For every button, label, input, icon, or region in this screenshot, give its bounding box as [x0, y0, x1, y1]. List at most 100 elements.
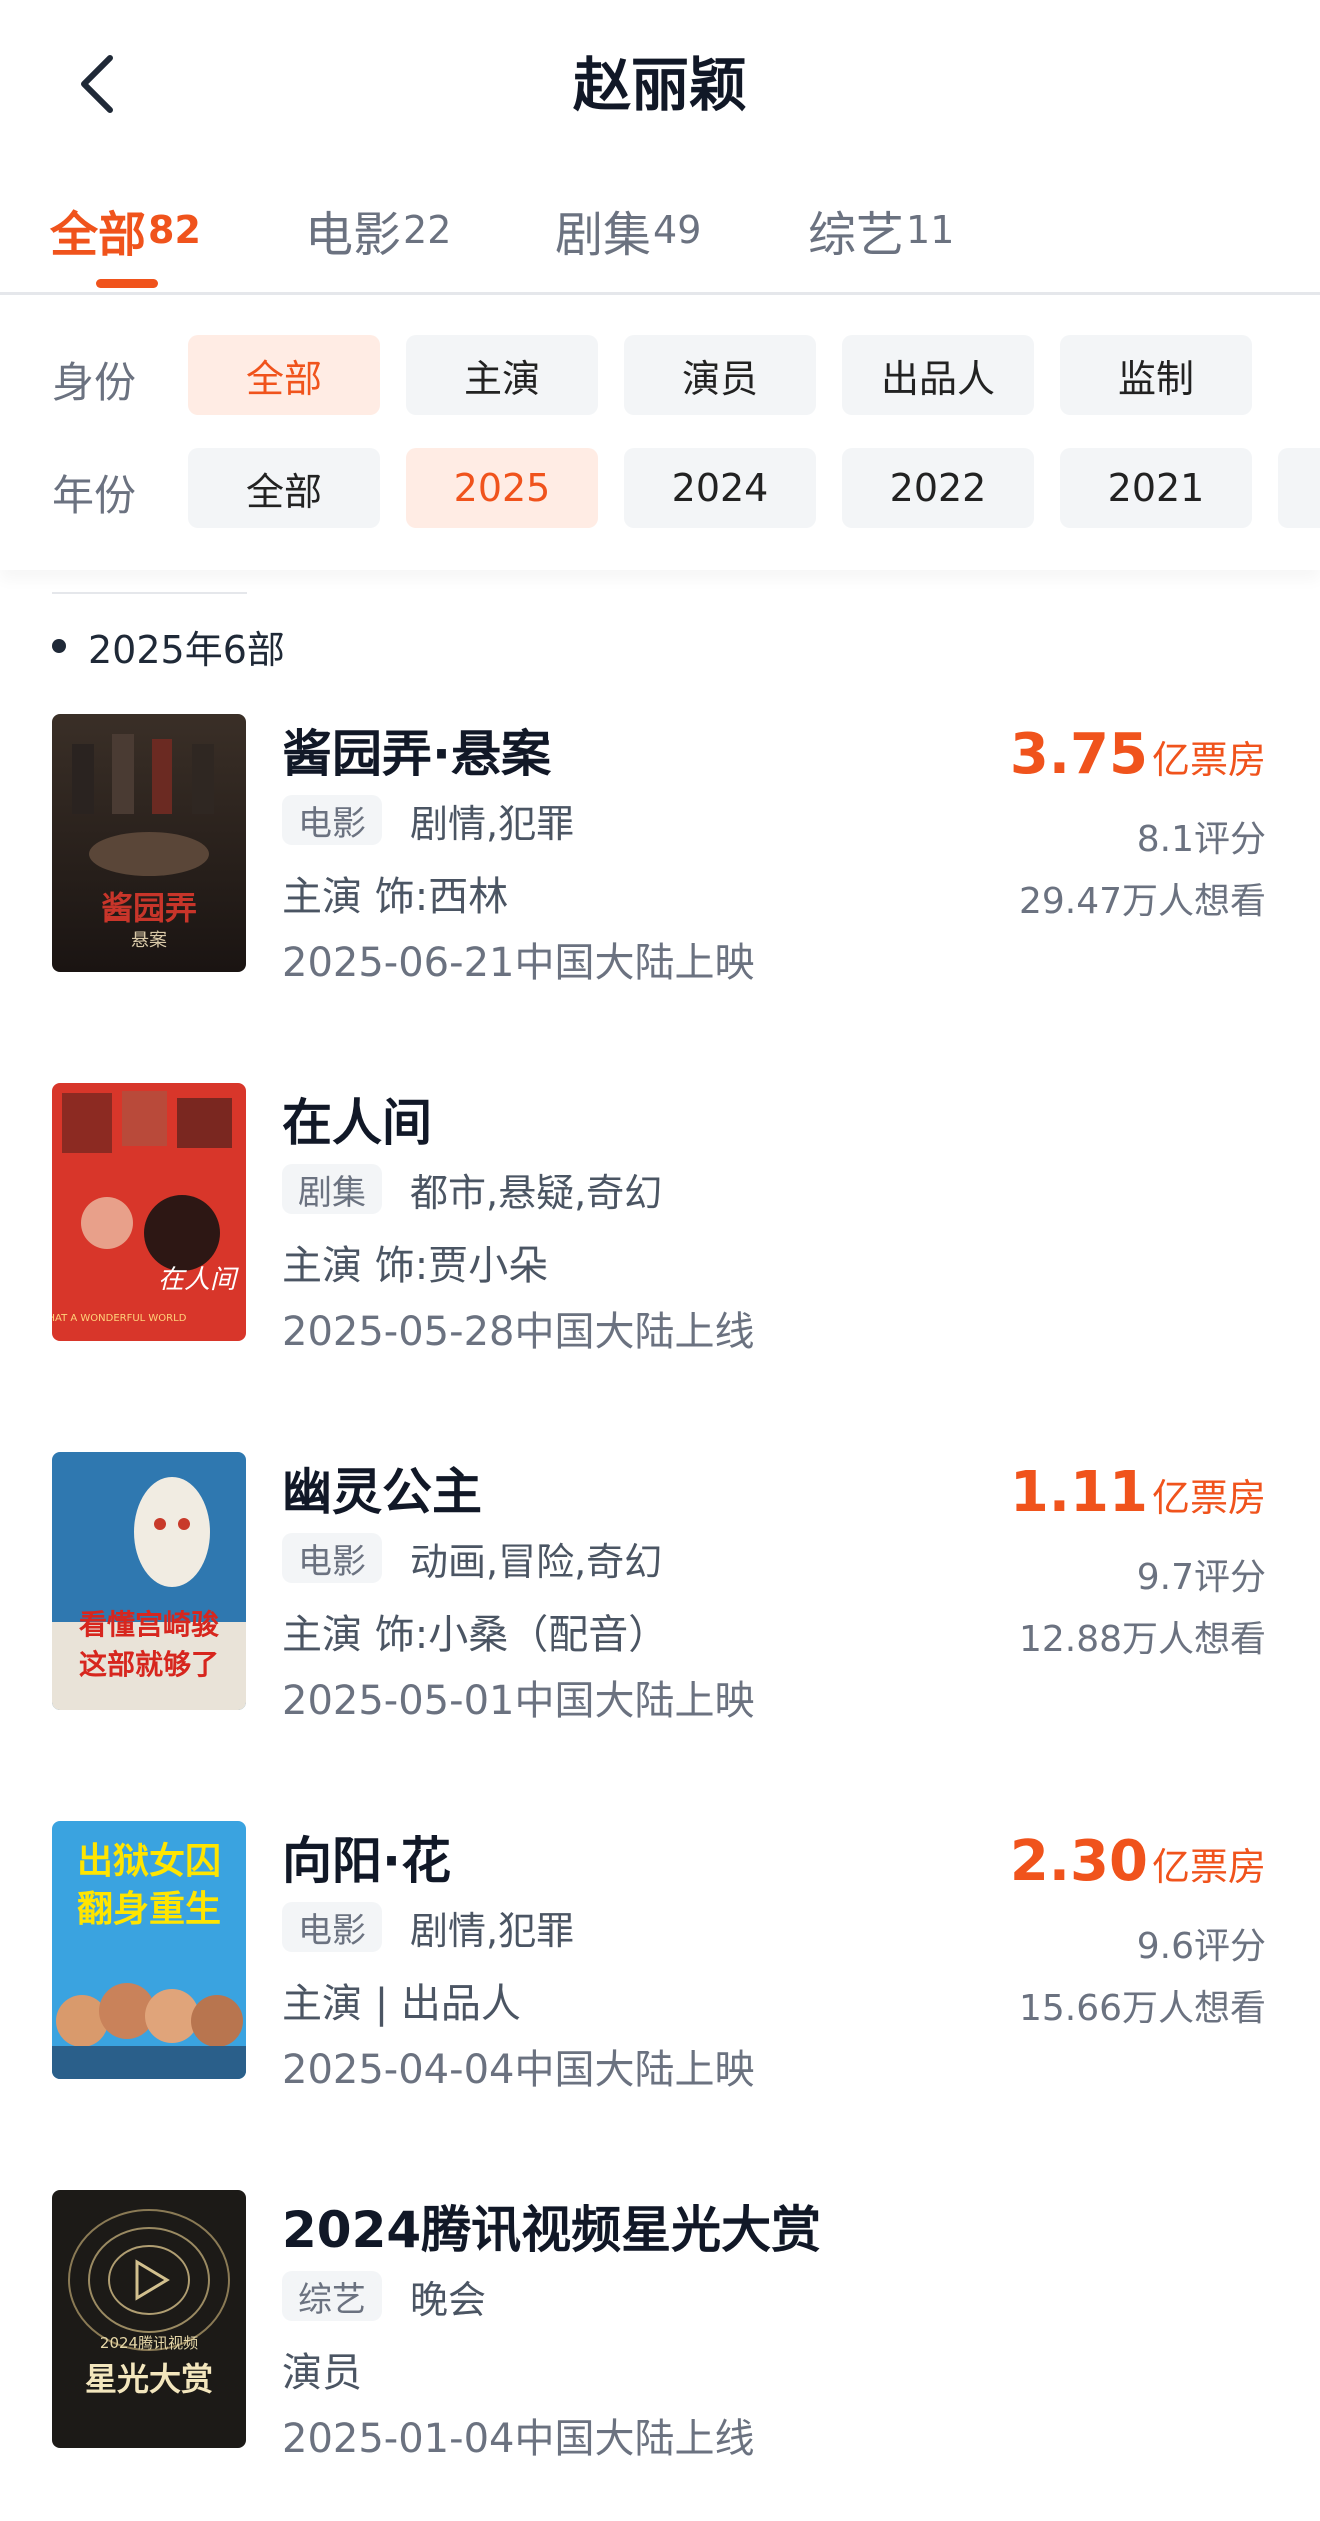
tab-count: 82	[148, 208, 201, 252]
identity-chip-actor[interactable]: 演员	[624, 335, 816, 415]
poster-image: 在人间 WHAT A WONDERFUL WORLD	[52, 1083, 246, 1341]
type-row: 电影 动画,冒险,奇幻	[282, 1532, 662, 1584]
svg-text:2024腾讯视频: 2024腾讯视频	[100, 2334, 198, 2352]
rating: 8.1评分	[1136, 819, 1266, 860]
identity-chip-supervisor[interactable]: 监制	[1060, 335, 1252, 415]
role-text: 主演 饰:贾小朵	[282, 1243, 549, 1289]
tab-count: 22	[403, 208, 452, 252]
role-text: 主演 | 出品人	[282, 1981, 521, 2027]
box-office-unit: 亿票房	[1151, 1476, 1266, 1520]
poster-image: 看懂宫崎骏 这部就够了	[52, 1452, 246, 1710]
role-text: 演员	[282, 2350, 362, 2396]
identity-chip-all[interactable]: 全部	[188, 335, 380, 415]
svg-text:翻身重生: 翻身重生	[77, 1889, 221, 1930]
item-title: 2024腾讯视频星光大赏	[282, 2201, 822, 2259]
genres: 晚会	[410, 2277, 487, 2322]
type-row: 电影 剧情,犯罪	[282, 794, 574, 846]
release-date: 2025-05-28中国大陆上线	[282, 1309, 755, 1355]
rating: 9.7评分	[1136, 1557, 1266, 1598]
want-count: 12.88万人想看	[1018, 1619, 1266, 1660]
year-chip-more[interactable]	[1278, 448, 1320, 528]
tab-count: 11	[906, 208, 955, 252]
genres: 剧情,犯罪	[410, 801, 575, 846]
year-chip-2021[interactable]: 2021	[1060, 448, 1252, 528]
tab-count: 49	[653, 208, 702, 252]
tab-label: 电影	[305, 207, 402, 263]
svg-text:星光大赏: 星光大赏	[85, 2360, 213, 2398]
identity-filter-row: 身份 全部 主演 演员 出品人 监制	[0, 335, 1320, 417]
svg-text:出狱女囚: 出狱女囚	[77, 1841, 221, 1882]
box-office-value: 3.75	[1009, 722, 1148, 787]
tab-variety[interactable]: 综艺 11	[808, 175, 954, 285]
tab-label: 全部	[50, 207, 147, 263]
type-badge: 剧集	[282, 1164, 382, 1214]
list-item[interactable]: 出狱女囚 翻身重生 向阳·花 电影 剧情,犯罪 主演 | 出品人 2025-04…	[0, 1821, 1320, 2093]
item-title: 在人间	[282, 1094, 432, 1152]
svg-text:酱园弄: 酱园弄	[101, 889, 197, 927]
type-badge: 电影	[282, 1902, 382, 1952]
tab-label: 剧集	[555, 207, 652, 263]
want-count: 15.66万人想看	[1018, 1988, 1266, 2029]
svg-text:在人间: 在人间	[158, 1265, 239, 1295]
box-office-value: 2.30	[1009, 1829, 1148, 1894]
list-item[interactable]: 看懂宫崎骏 这部就够了 幽灵公主 电影 动画,冒险,奇幻 主演 饰:小桑（配音）…	[0, 1452, 1320, 1724]
want-count: 29.47万人想看	[1018, 881, 1266, 922]
year-filter-label: 年份	[52, 471, 137, 520]
release-date: 2025-04-04中国大陆上映	[282, 2047, 755, 2093]
header: 赵丽颖	[0, 0, 1320, 165]
item-title: 向阳·花	[282, 1832, 451, 1890]
svg-text:这部就够了: 这部就够了	[79, 1648, 219, 1681]
section-title: 2025年6部	[88, 627, 285, 672]
tab-label: 综艺	[808, 207, 905, 263]
type-badge: 综艺	[282, 2271, 382, 2321]
year-section-header: 2025年6部	[52, 620, 285, 672]
tab-movies[interactable]: 电影 22	[305, 175, 451, 285]
list-item[interactable]: 2024腾讯视频 星光大赏 2024腾讯视频星光大赏 综艺 晚会 演员 2025…	[0, 2190, 1320, 2462]
list-item[interactable]: 酱园弄 悬案 酱园弄·悬案 电影 剧情,犯罪 主演 饰:西林 2025-06-2…	[0, 714, 1320, 986]
type-row: 剧集 都市,悬疑,奇幻	[282, 1163, 662, 1215]
genres: 都市,悬疑,奇幻	[410, 1170, 663, 1215]
box-office-value: 1.11	[1009, 1460, 1148, 1525]
year-filter-row: 年份 全部 2025 2024 2022 2021	[0, 448, 1320, 530]
identity-chip-producer[interactable]: 出品人	[842, 335, 1034, 415]
release-date: 2025-01-04中国大陆上线	[282, 2416, 755, 2462]
bullet-dot	[52, 639, 66, 653]
item-title: 幽灵公主	[282, 1463, 482, 1521]
genres: 剧情,犯罪	[410, 1908, 575, 1953]
item-title: 酱园弄·悬案	[282, 725, 551, 783]
genres: 动画,冒险,奇幻	[410, 1539, 663, 1584]
type-row: 电影 剧情,犯罪	[282, 1901, 574, 1953]
poster-image: 酱园弄 悬案	[52, 714, 246, 972]
divider	[52, 592, 247, 594]
release-date: 2025-06-21中国大陆上映	[282, 940, 755, 986]
release-date: 2025-05-01中国大陆上映	[282, 1678, 755, 1724]
tab-series[interactable]: 剧集 49	[555, 175, 701, 285]
identity-filter-label: 身份	[52, 358, 137, 407]
svg-text:WHAT A WONDERFUL WORLD: WHAT A WONDERFUL WORLD	[52, 1313, 187, 1324]
poster-image: 出狱女囚 翻身重生	[52, 1821, 246, 2079]
type-badge: 电影	[282, 795, 382, 845]
box-office-unit: 亿票房	[1151, 1845, 1266, 1889]
identity-chip-lead[interactable]: 主演	[406, 335, 598, 415]
year-chip-2024[interactable]: 2024	[624, 448, 816, 528]
year-chip-2025[interactable]: 2025	[406, 448, 598, 528]
list-item[interactable]: 在人间 WHAT A WONDERFUL WORLD 在人间 剧集 都市,悬疑,…	[0, 1083, 1320, 1355]
box-office: 1.11 亿票房	[1010, 1460, 1266, 1525]
year-chip-2022[interactable]: 2022	[842, 448, 1034, 528]
box-office: 2.30 亿票房	[1010, 1829, 1266, 1894]
page-title: 赵丽颖	[572, 51, 747, 119]
category-tabs: 全部 82 电影 22 剧集 49 综艺 11	[0, 175, 1320, 295]
box-office-unit: 亿票房	[1151, 738, 1266, 782]
box-office: 3.75 亿票房	[1010, 722, 1266, 787]
tab-all[interactable]: 全部 82	[50, 175, 201, 285]
active-tab-indicator	[96, 279, 158, 288]
year-chip-all[interactable]: 全部	[188, 448, 380, 528]
role-text: 主演 饰:西林	[282, 874, 509, 920]
poster-image: 2024腾讯视频 星光大赏	[52, 2190, 246, 2448]
type-row: 综艺 晚会	[282, 2270, 486, 2322]
type-badge: 电影	[282, 1533, 382, 1583]
role-text: 主演 饰:小桑（配音）	[282, 1612, 669, 1658]
filter-panel: 身份 全部 主演 演员 出品人 监制 年份 全部 2025 2024 2022 …	[0, 300, 1320, 570]
rating: 9.6评分	[1136, 1926, 1266, 1967]
svg-text:悬案: 悬案	[131, 930, 167, 951]
